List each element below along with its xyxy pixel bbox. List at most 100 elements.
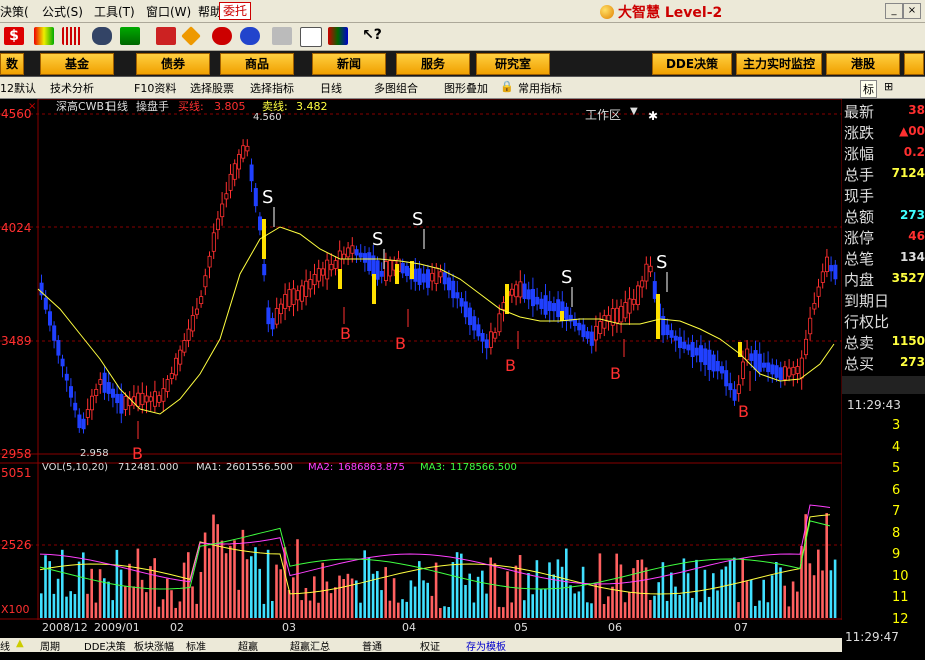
candle [825, 256, 830, 273]
close-button[interactable]: × [903, 3, 921, 19]
scale-number: 12 [892, 611, 909, 627]
tab-arrow[interactable]: ▲ [16, 638, 24, 649]
tab-period[interactable]: 周期 [40, 638, 60, 653]
buy-signal: B [340, 324, 351, 343]
quote-label: 涨跌 [844, 124, 875, 142]
volume-bar [796, 591, 799, 618]
menu-decision[interactable]: 決策( [0, 3, 29, 20]
candle [144, 395, 149, 403]
nav-service-button[interactable]: 服务 [396, 53, 470, 75]
sell-signal: S [561, 267, 572, 288]
candle [686, 344, 691, 351]
tab-standard[interactable]: 标准 [186, 638, 206, 653]
pin-icon[interactable] [156, 27, 176, 45]
chart-area[interactable]: × 深高CWB1 日线 操盘手 买线: 3.805 卖线: 3.482 4560… [0, 99, 842, 638]
volume-bar [472, 602, 476, 618]
sub-default[interactable]: 12默认 [0, 80, 36, 96]
nav-fund-button[interactable]: 基金 [40, 53, 114, 75]
volume-bar [586, 602, 589, 618]
candle [757, 353, 762, 372]
sub-common-indicator[interactable]: 常用指标 [518, 80, 562, 96]
sub-overlay[interactable]: 图形叠加 [444, 80, 488, 96]
volume-bar [401, 599, 404, 618]
nav-news-button[interactable]: 新闻 [312, 53, 386, 75]
candle [476, 324, 481, 337]
quote-label: 涨幅 [844, 145, 875, 163]
nav-hk-button[interactable]: 港股 [826, 53, 900, 75]
blue-circle-icon[interactable] [240, 27, 260, 45]
candle [77, 414, 82, 429]
candle [291, 288, 296, 305]
volume-bar [451, 562, 455, 618]
nav-bond-button[interactable]: 债券 [136, 53, 210, 75]
volume-bar [136, 548, 140, 618]
lock-icon[interactable]: 🔒 [500, 80, 514, 93]
date-tick-02: 02 [170, 621, 184, 634]
vol-tick-5051: 5051 [1, 466, 32, 480]
nav-stock-button[interactable]: 数 [0, 53, 24, 75]
dollar-icon[interactable]: $ [4, 27, 24, 45]
tab-super[interactable]: 超赢 [238, 638, 258, 653]
candle [451, 280, 456, 299]
minimize-button[interactable]: _ [885, 3, 903, 19]
quote-label: 涨停 [844, 229, 875, 247]
candle [795, 366, 800, 374]
volume-bar [649, 599, 652, 618]
entrust-button[interactable]: 委托 [219, 2, 252, 20]
panel-time-2: 11:29:47 [845, 630, 899, 644]
quote-value: 0.2 [903, 145, 925, 159]
nav-dde-button[interactable]: DDE决策 [652, 53, 732, 75]
candle [493, 332, 498, 339]
candle [379, 270, 384, 277]
kline-icon[interactable] [62, 27, 82, 45]
sub-select-indicator[interactable]: 选择指标 [250, 80, 294, 96]
signal-marker-bar [262, 219, 266, 259]
tab-warrant[interactable]: 权证 [420, 638, 440, 653]
tab-super-summary[interactable]: 超赢汇总 [290, 638, 330, 653]
volume-bar [308, 600, 312, 618]
volume-bar [157, 606, 161, 618]
volume-bar [216, 524, 219, 618]
candle [157, 395, 162, 403]
candle [136, 392, 141, 407]
tab-dde[interactable]: DDE决策 [84, 638, 126, 653]
table-icon[interactable] [300, 27, 322, 47]
sell-signal: S [656, 252, 667, 273]
binoculars-icon[interactable] [92, 27, 112, 45]
nav-commodity-button[interactable]: 商品 [220, 53, 294, 75]
volume-bar [86, 593, 89, 618]
candle [434, 267, 439, 284]
tab-normal[interactable]: 普通 [362, 638, 382, 653]
menu-formula[interactable]: 公式(S) [42, 3, 83, 20]
grid-icon[interactable]: ⊞ [884, 80, 893, 93]
diamond-icon[interactable] [181, 26, 201, 46]
tab-save-template[interactable]: 存为模板 [466, 638, 506, 653]
kline-chart[interactable]: × 深高CWB1 日线 操盘手 买线: 3.805 卖线: 3.482 4560… [0, 99, 842, 638]
sub-multi-chart[interactable]: 多图组合 [374, 80, 418, 96]
volume-bar [510, 602, 513, 618]
red-circle-icon[interactable] [212, 27, 232, 45]
nav-more-button[interactable] [904, 53, 924, 75]
candle [199, 296, 204, 304]
sub-f10[interactable]: F10资料 [134, 80, 176, 96]
menu-tools[interactable]: 工具(T) [94, 3, 135, 20]
sub-mark[interactable]: 标 [860, 80, 877, 98]
sub-daily[interactable]: 日线 [320, 80, 342, 96]
sub-select-stock[interactable]: 选择股票 [190, 80, 234, 96]
books-icon[interactable] [328, 27, 348, 45]
candle [266, 307, 271, 325]
tree-icon[interactable] [120, 27, 140, 45]
volume-bar [153, 558, 156, 618]
notepad-icon[interactable] [272, 27, 292, 45]
volume-bar [250, 556, 253, 618]
menu-window[interactable]: 窗口(W) [146, 3, 191, 20]
tab-sector[interactable]: 板块涨幅 [134, 638, 174, 653]
color-bars-icon[interactable] [34, 27, 54, 45]
nav-monitor-button[interactable]: 主力实时监控 [736, 53, 822, 75]
candle [85, 409, 90, 418]
nav-research-button[interactable]: 研究室 [476, 53, 550, 75]
signal-marker-bar [410, 261, 414, 279]
help-cursor-icon[interactable]: ↖? [362, 27, 382, 45]
candle [383, 261, 388, 282]
sub-tech-analysis[interactable]: 技术分析 [50, 80, 94, 96]
